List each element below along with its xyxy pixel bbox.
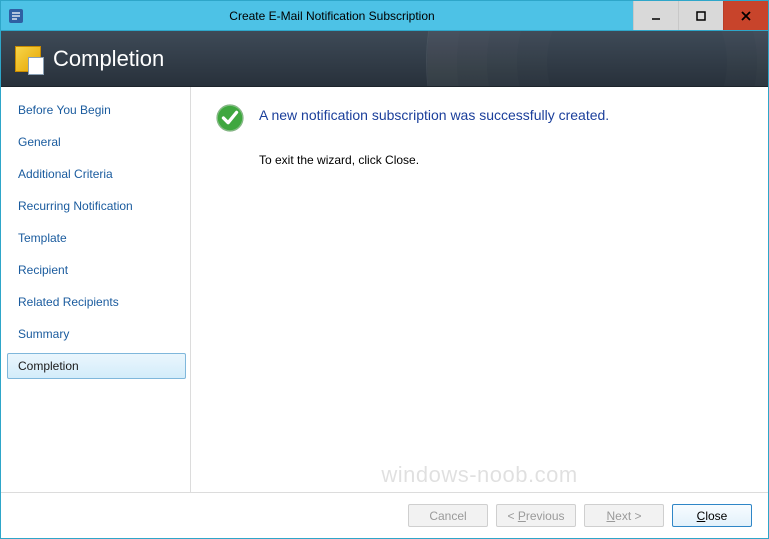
close-button[interactable]: Close xyxy=(672,504,752,527)
window-buttons xyxy=(633,1,768,30)
banner-icon xyxy=(15,46,41,72)
wizard-footer: Cancel < Previous Next > Close xyxy=(1,492,768,538)
wizard-window: Create E-Mail Notification Subscription … xyxy=(0,0,769,539)
sidebar-item-template[interactable]: Template xyxy=(7,225,186,251)
sidebar-item-general[interactable]: General xyxy=(7,129,186,155)
completion-body: To exit the wizard, click Close. xyxy=(259,153,744,167)
titlebar: Create E-Mail Notification Subscription xyxy=(1,1,768,31)
main-pane: A new notification subscription was succ… xyxy=(191,87,768,492)
success-icon xyxy=(215,103,245,133)
sidebar-item-recurring-notification[interactable]: Recurring Notification xyxy=(7,193,186,219)
app-icon xyxy=(1,1,31,30)
minimize-button[interactable] xyxy=(633,1,678,30)
sidebar-item-completion[interactable]: Completion xyxy=(7,353,186,379)
maximize-button[interactable] xyxy=(678,1,723,30)
completion-heading: A new notification subscription was succ… xyxy=(259,103,609,123)
sidebar-item-additional-criteria[interactable]: Additional Criteria xyxy=(7,161,186,187)
wizard-body: Before You Begin General Additional Crit… xyxy=(1,87,768,492)
sidebar-item-related-recipients[interactable]: Related Recipients xyxy=(7,289,186,315)
previous-button: < Previous xyxy=(496,504,576,527)
sidebar-item-summary[interactable]: Summary xyxy=(7,321,186,347)
cancel-button: Cancel xyxy=(408,504,488,527)
watermark: windows-noob.com xyxy=(381,462,577,488)
close-window-button[interactable] xyxy=(723,1,768,30)
sidebar-item-before-you-begin[interactable]: Before You Begin xyxy=(7,97,186,123)
sidebar-item-recipient[interactable]: Recipient xyxy=(7,257,186,283)
banner-title: Completion xyxy=(53,46,164,72)
wizard-banner: Completion xyxy=(1,31,768,87)
window-title: Create E-Mail Notification Subscription xyxy=(31,1,633,30)
message-row: A new notification subscription was succ… xyxy=(215,103,744,133)
wizard-sidebar: Before You Begin General Additional Crit… xyxy=(1,87,191,492)
next-button: Next > xyxy=(584,504,664,527)
